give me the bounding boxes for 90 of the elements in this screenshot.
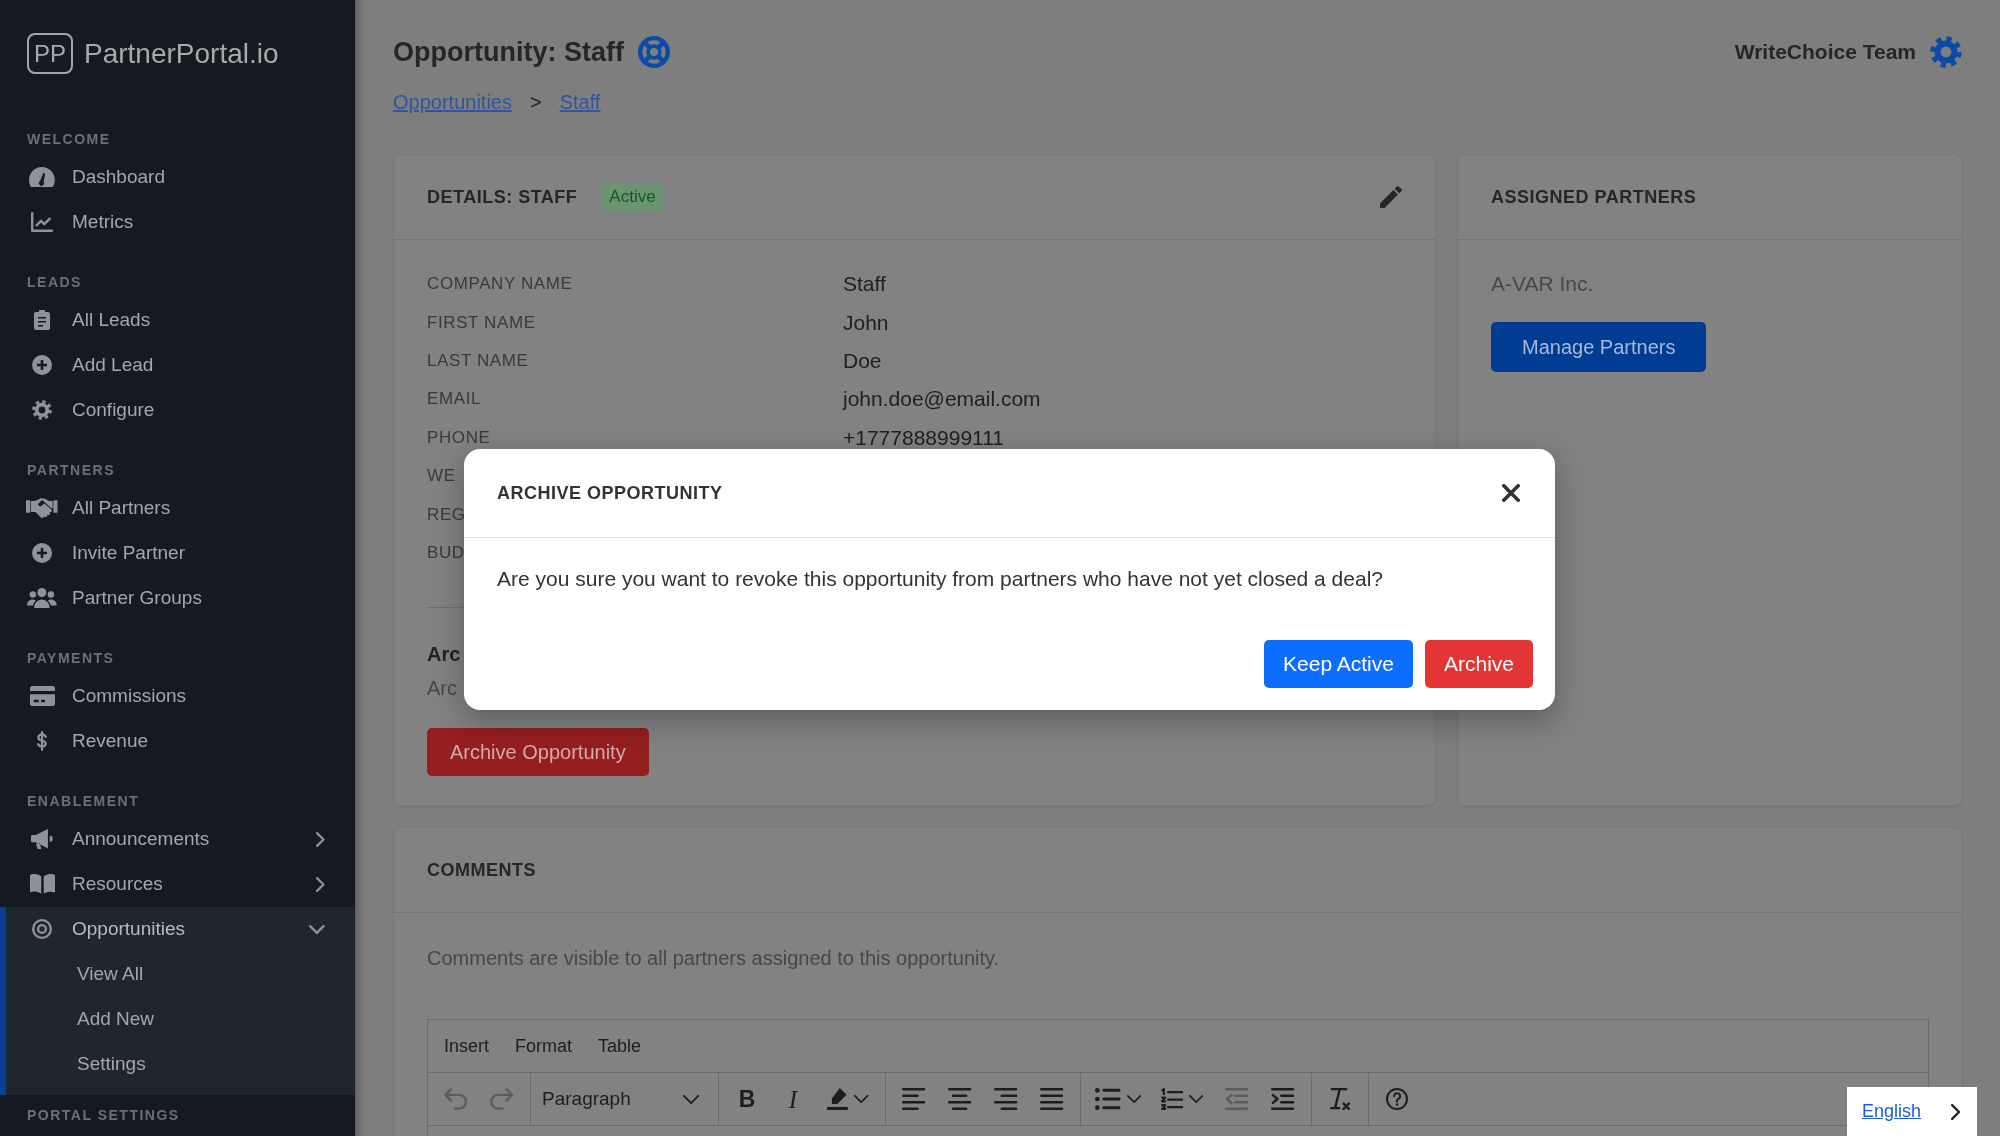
people-icon bbox=[27, 588, 57, 608]
field-label: REG bbox=[427, 504, 466, 525]
nav-item[interactable]: Partner Groups bbox=[0, 575, 355, 621]
field-label: PHONE bbox=[427, 427, 491, 448]
nav-subitem[interactable]: Settings bbox=[0, 1041, 355, 1087]
section-heading: PAYMENTS bbox=[26, 649, 116, 668]
archive-opportunity-button[interactable]: Archive Opportunity bbox=[427, 728, 649, 777]
settings-icon bbox=[32, 400, 52, 420]
close-icon[interactable] bbox=[1502, 484, 1520, 502]
edit-icon[interactable] bbox=[1380, 186, 1402, 208]
language-selector[interactable]: English bbox=[1847, 1087, 1977, 1136]
keep-active-button[interactable]: Keep Active bbox=[1264, 640, 1413, 688]
brand-name: PartnerPortal.io bbox=[84, 37, 279, 70]
card-title: COMMENTS bbox=[427, 859, 536, 881]
field-value: John bbox=[843, 310, 889, 335]
partner-name: A-VAR Inc. bbox=[1491, 271, 1594, 297]
caret-icon[interactable] bbox=[854, 1095, 869, 1104]
section-heading: LEADS bbox=[26, 273, 83, 292]
section-heading: Arc bbox=[427, 642, 461, 668]
indent-icon[interactable] bbox=[1271, 1088, 1295, 1111]
align-left-icon[interactable] bbox=[902, 1088, 926, 1111]
caret-icon[interactable] bbox=[1126, 1095, 1141, 1104]
nav-subitem[interactable]: View All bbox=[0, 951, 355, 997]
field-value: +1777888999111 bbox=[843, 425, 1004, 450]
field-value: john.doe@email.com bbox=[843, 387, 1041, 412]
field-label: FIRST NAME bbox=[427, 312, 536, 333]
align-right-icon[interactable] bbox=[994, 1088, 1018, 1111]
gauge-icon bbox=[29, 167, 55, 187]
description-text: Comments are visible to all partners assigned to this opportunity. bbox=[427, 946, 1000, 972]
field-label: LAST NAME bbox=[427, 350, 529, 371]
modal-title: ARCHIVE OPPORTUNITY bbox=[497, 482, 723, 504]
nav-item[interactable]: Add Lead bbox=[0, 342, 355, 388]
breadcrumb-separator: > bbox=[529, 90, 542, 114]
section-heading: PORTAL SETTINGS bbox=[26, 1105, 181, 1125]
nav-item[interactable]: Revenue bbox=[0, 718, 355, 764]
block-format-select[interactable]: Paragraph bbox=[542, 1088, 699, 1111]
nav-item[interactable]: Opportunities bbox=[0, 906, 355, 952]
clear-formatting-icon[interactable] bbox=[1330, 1088, 1350, 1111]
book-icon bbox=[29, 874, 55, 894]
field-value: Doe bbox=[843, 348, 882, 373]
nav-item[interactable]: All Leads bbox=[0, 297, 355, 343]
nav-item[interactable]: Configure bbox=[0, 387, 355, 433]
numbered-list-icon[interactable] bbox=[1160, 1088, 1184, 1111]
nav-item[interactable]: Resources bbox=[0, 861, 355, 907]
manage-partners-button[interactable]: Manage Partners bbox=[1491, 322, 1707, 372]
menu-item[interactable]: Insert bbox=[444, 1035, 490, 1057]
field-label: EMAIL bbox=[427, 389, 482, 410]
section-heading: PARTNERS bbox=[26, 461, 116, 480]
field-label: BUD bbox=[427, 542, 465, 563]
field-label: COMPANY NAME bbox=[427, 274, 573, 295]
nav-item[interactable]: Announcements bbox=[0, 816, 355, 862]
modal-message: Are you sure you want to revoke this opportunity from partners who have not yet closed a deal? bbox=[497, 566, 1384, 592]
nav-item[interactable]: All Partners bbox=[0, 485, 355, 531]
line-chart-icon bbox=[30, 212, 54, 232]
caret-icon[interactable] bbox=[682, 1094, 699, 1104]
nav-subitem[interactable]: Add New bbox=[0, 996, 355, 1042]
page-title: Opportunity: Staff bbox=[393, 36, 624, 68]
nav-item[interactable]: Invite Partner bbox=[0, 530, 355, 576]
nav-item[interactable]: Commissions bbox=[0, 673, 355, 719]
card-title: ASSIGNED PARTNERS bbox=[1491, 186, 1697, 208]
menu-item[interactable]: Table bbox=[598, 1035, 642, 1057]
highlighter-icon[interactable] bbox=[827, 1088, 849, 1111]
language-link[interactable]: English bbox=[1862, 1101, 1922, 1122]
status-badge: Active bbox=[601, 183, 664, 211]
megaphone-icon bbox=[31, 829, 53, 849]
menu-item[interactable]: Format bbox=[515, 1035, 573, 1057]
help-icon[interactable] bbox=[1386, 1088, 1408, 1111]
nav-item[interactable]: Metrics bbox=[0, 199, 355, 245]
bold-button[interactable]: B bbox=[738, 1087, 756, 1111]
card-title: DETAILS: STAFF bbox=[427, 186, 578, 208]
handshake-icon bbox=[26, 498, 58, 518]
chevron-right-icon[interactable] bbox=[1950, 1103, 1960, 1120]
section-heading: WELCOME bbox=[26, 130, 112, 149]
clipboard-icon bbox=[34, 310, 50, 330]
caret-icon[interactable] bbox=[1189, 1095, 1204, 1104]
user-name[interactable]: WriteChoice Team bbox=[1734, 40, 1916, 64]
credit-card-icon bbox=[29, 686, 55, 706]
section-heading: ENABLEMENT bbox=[26, 792, 141, 811]
logo-mark: PP bbox=[27, 33, 73, 74]
italic-button[interactable]: I bbox=[788, 1086, 798, 1112]
archive-button[interactable]: Archive bbox=[1424, 640, 1533, 688]
description-text: Arc bbox=[427, 676, 457, 702]
field-value: Staff bbox=[843, 272, 886, 297]
align-center-icon[interactable] bbox=[948, 1088, 972, 1111]
field-label: WE bbox=[427, 466, 456, 487]
justify-icon[interactable] bbox=[1040, 1088, 1064, 1111]
target-icon bbox=[32, 919, 52, 939]
dollar-icon bbox=[37, 731, 47, 751]
bullet-list-icon[interactable] bbox=[1095, 1088, 1121, 1111]
nav-item[interactable]: Dashboard bbox=[0, 154, 355, 200]
